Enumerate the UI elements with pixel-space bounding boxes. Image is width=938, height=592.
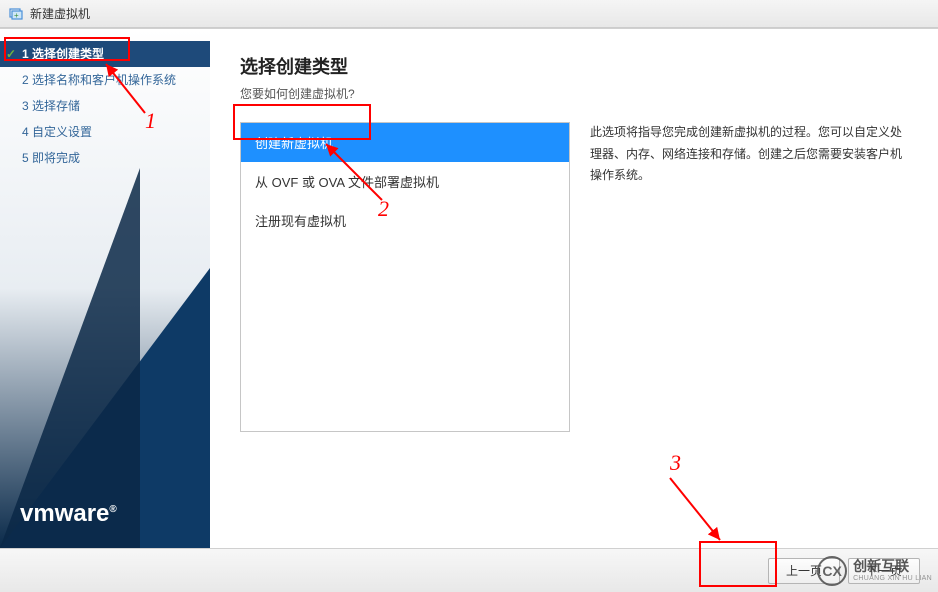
step-label: 选择名称和客户机操作系统	[32, 73, 176, 87]
step-4[interactable]: 4 自定义设置	[0, 119, 210, 145]
step-num: 1	[22, 47, 29, 61]
wizard-body: 1 选择创建类型 2 选择名称和客户机操作系统 3 选择存储 4 自定义设置 5…	[0, 28, 938, 548]
watermark-en: CHUANG XIN HU LIAN	[853, 575, 932, 583]
page-subtitle: 您要如何创建虚拟机?	[240, 85, 908, 102]
sidebar: 1 选择创建类型 2 选择名称和客户机操作系统 3 选择存储 4 自定义设置 5…	[0, 29, 210, 548]
options-list: 创建新虚拟机 从 OVF 或 OVA 文件部署虚拟机 注册现有虚拟机	[240, 122, 570, 432]
titlebar-title: 新建虚拟机	[30, 5, 90, 22]
step-num: 2	[22, 73, 29, 87]
vm-icon: +	[8, 6, 24, 22]
vmware-logo: vmware®	[20, 500, 117, 528]
step-2[interactable]: 2 选择名称和客户机操作系统	[0, 67, 210, 93]
titlebar: + 新建虚拟机	[0, 0, 938, 28]
option-description: 此选项将指导您完成创建新虚拟机的过程。您可以自定义处理器、内存、网络连接和存储。…	[590, 122, 908, 538]
step-3[interactable]: 3 选择存储	[0, 93, 210, 119]
main-content: 选择创建类型 您要如何创建虚拟机? 创建新虚拟机 从 OVF 或 OVA 文件部…	[210, 29, 938, 548]
step-label: 选择创建类型	[32, 47, 104, 61]
sidebar-decor2	[0, 168, 140, 548]
content-row: 创建新虚拟机 从 OVF 或 OVA 文件部署虚拟机 注册现有虚拟机 此选项将指…	[240, 122, 908, 538]
step-label: 自定义设置	[32, 125, 92, 139]
footer: 上一页 下一页	[0, 548, 938, 592]
step-1[interactable]: 1 选择创建类型	[0, 41, 210, 67]
step-num: 5	[22, 151, 29, 165]
svg-text:+: +	[14, 11, 19, 20]
watermark-text: 创新互联 CHUANG XIN HU LIAN	[853, 559, 932, 582]
option-register-existing[interactable]: 注册现有虚拟机	[241, 201, 569, 240]
step-num: 4	[22, 125, 29, 139]
watermark-logo-icon: CX	[817, 556, 847, 586]
watermark-cn: 创新互联	[853, 559, 932, 574]
step-num: 3	[22, 99, 29, 113]
step-label: 选择存储	[32, 99, 80, 113]
option-create-new[interactable]: 创建新虚拟机	[241, 123, 569, 162]
watermark: CX 创新互联 CHUANG XIN HU LIAN	[817, 556, 932, 586]
option-deploy-ovf[interactable]: 从 OVF 或 OVA 文件部署虚拟机	[241, 162, 569, 201]
step-5[interactable]: 5 即将完成	[0, 145, 210, 171]
sidebar-steps: 1 选择创建类型 2 选择名称和客户机操作系统 3 选择存储 4 自定义设置 5…	[0, 41, 210, 171]
page-title: 选择创建类型	[240, 53, 908, 79]
step-label: 即将完成	[32, 151, 80, 165]
